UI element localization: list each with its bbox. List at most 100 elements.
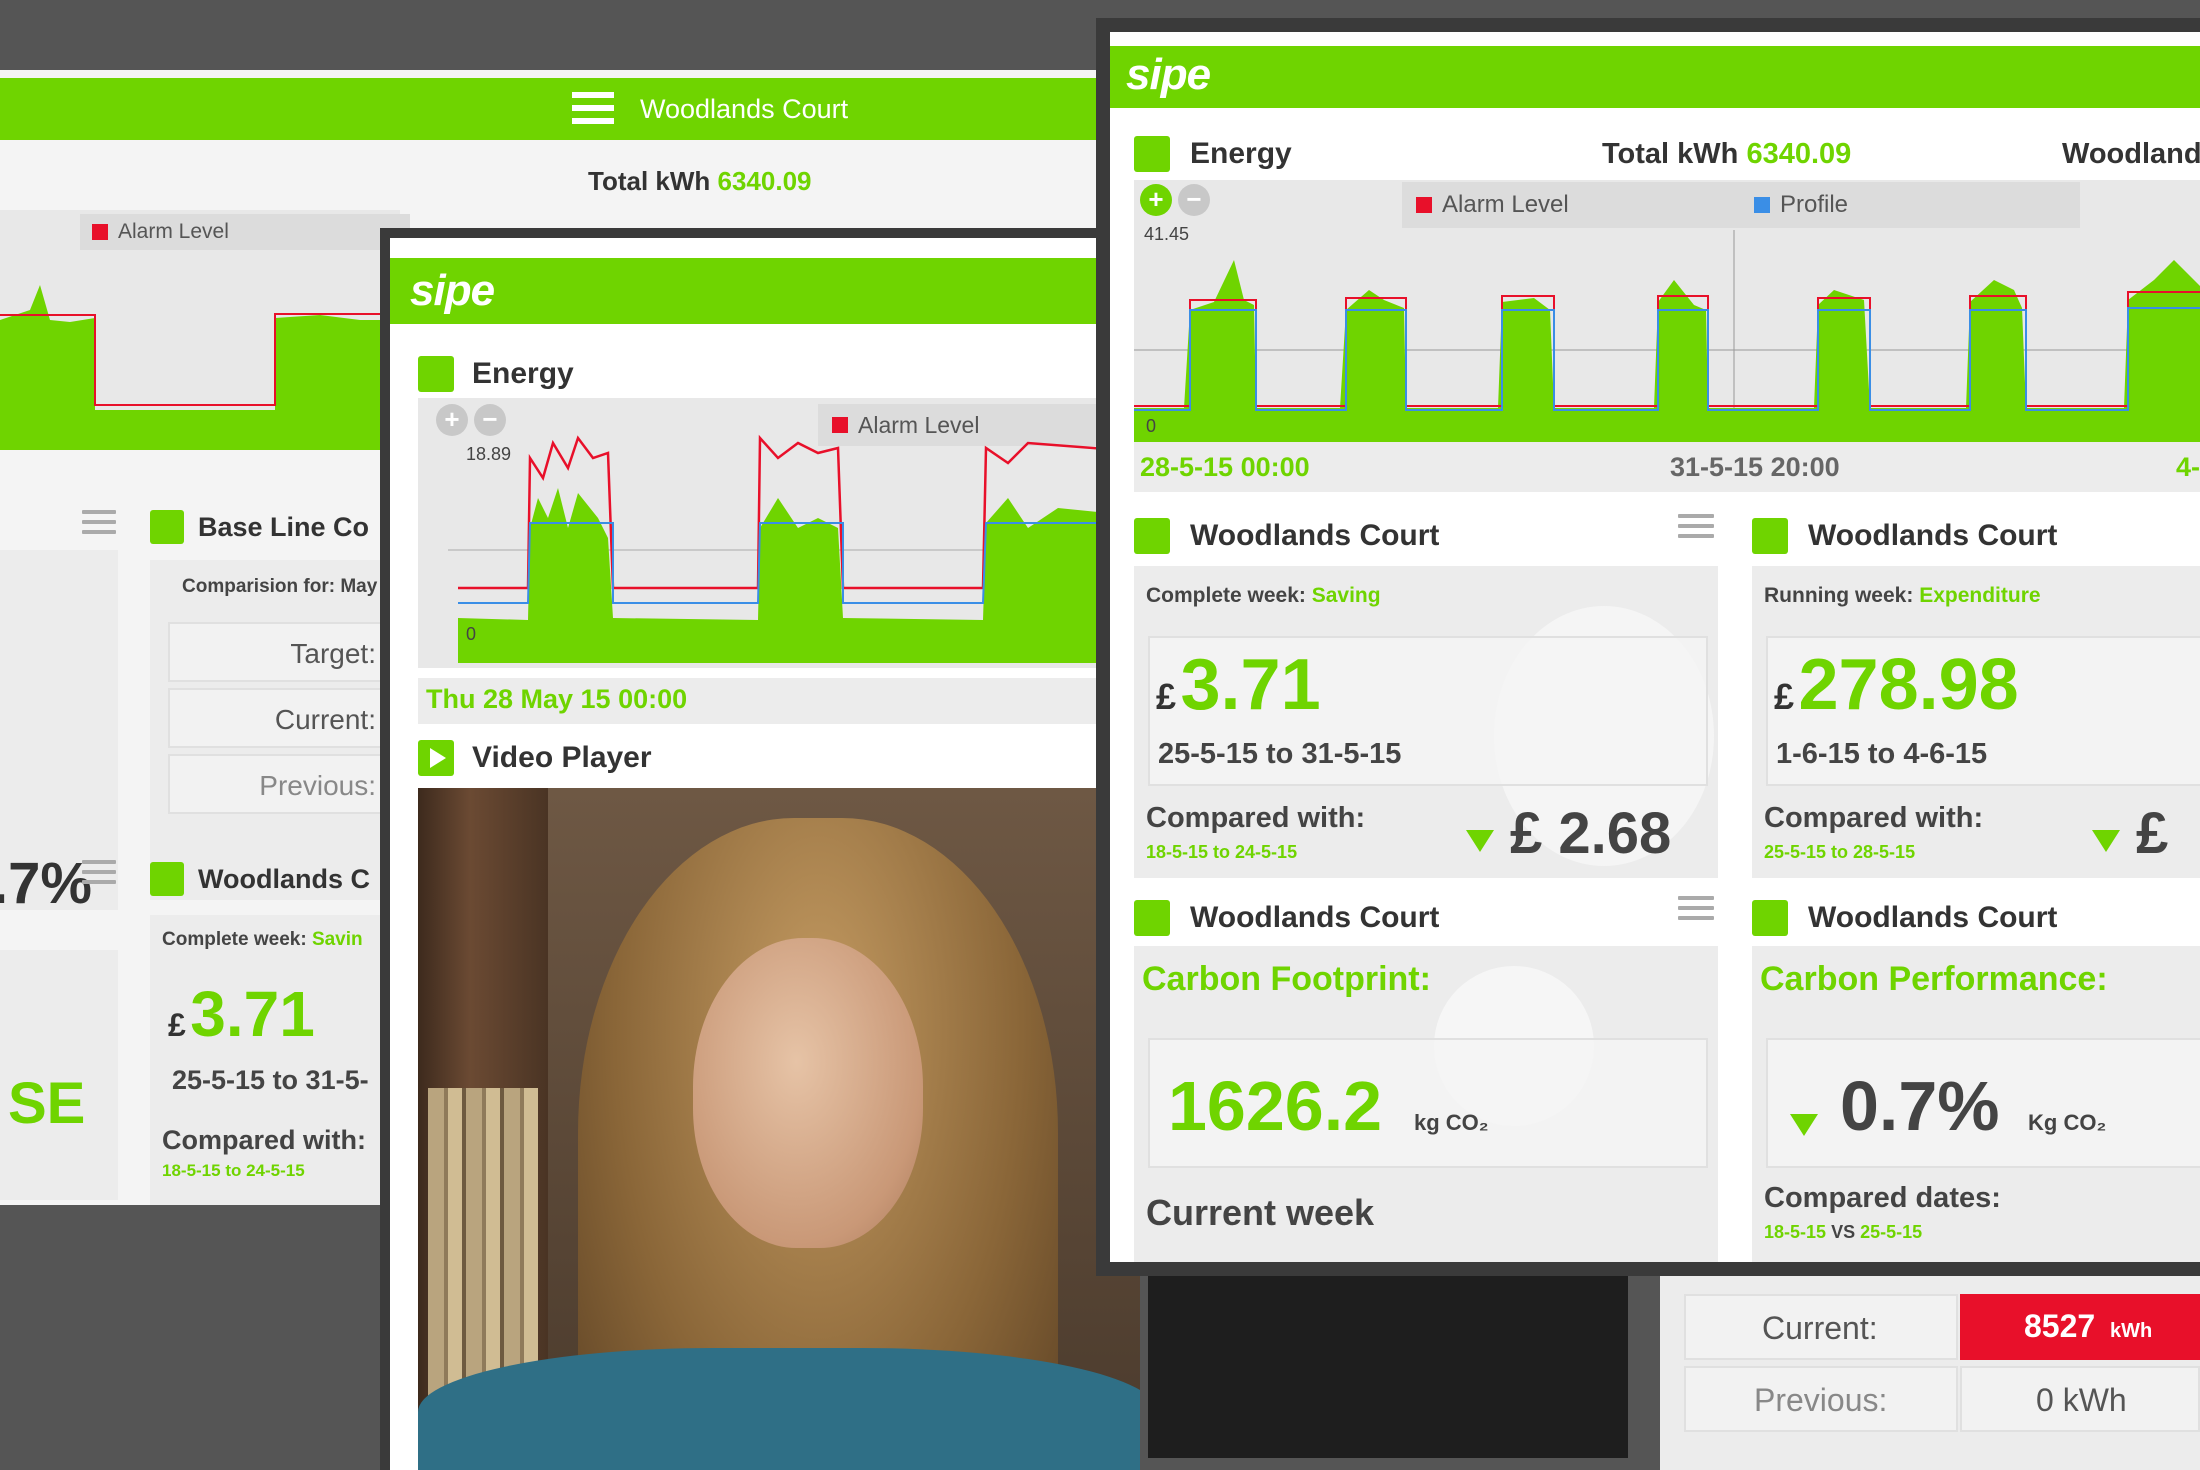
hamburger-icon[interactable] xyxy=(572,92,614,126)
w2-compared-amount-row: £ xyxy=(2092,800,2168,867)
coins-icon xyxy=(1752,518,1788,554)
rb-current-value: 8527 xyxy=(2024,1308,2096,1344)
back-compared-dates: 18-5-15 to 24-5-15 xyxy=(162,1161,305,1180)
front-header-bar: sipe xyxy=(1110,46,2200,108)
right-bottom-panel: Current: 8527 kWh Previous: 0 kWh xyxy=(1660,1250,2200,1470)
w2-amount: £ 278.98 xyxy=(1774,644,2019,726)
period-value: Savin xyxy=(311,929,363,950)
rb-previous-value-box: 0 kWh xyxy=(1960,1366,2200,1432)
w4-value: 0.7% xyxy=(1840,1067,2000,1145)
down-arrow-icon xyxy=(1790,1114,1818,1136)
w1-compared-amount-row: £ 2.68 xyxy=(1466,800,1671,867)
w1-date-range: 25-5-15 to 31-5-15 xyxy=(1158,738,1402,770)
back-compared-with: Compared with: xyxy=(162,1125,367,1155)
baseline-icon xyxy=(150,510,184,544)
w2-title-row: Woodlands Court xyxy=(1752,518,2057,554)
se-fragment: SE xyxy=(8,1071,86,1136)
w1-compared-with: Compared with: xyxy=(1146,802,1366,834)
rb-current-label-box: Current: xyxy=(1684,1294,1958,1360)
total-label: Total kWh xyxy=(588,166,711,196)
current-label: Current: xyxy=(274,704,376,735)
coins-icon xyxy=(1134,518,1170,554)
w3-footer: Current week xyxy=(1146,1192,1375,1233)
rb-current-unit: kWh xyxy=(2110,1320,2153,1342)
w3-menu-icon[interactable] xyxy=(1678,896,1714,926)
w4-value-box: 0.7% Kg CO₂ xyxy=(1766,1038,2200,1168)
middle-energy-title-row: Energy xyxy=(418,356,574,392)
rb-previous-label-box: Previous: xyxy=(1684,1366,1958,1432)
front-total: Total kWh 6340.09 xyxy=(1602,138,1851,171)
w2-compared-dates: 25-5-15 to 28-5-15 xyxy=(1764,842,1916,862)
back-woodlands-title-row: Woodlands C xyxy=(150,862,370,896)
target-row: Target: xyxy=(168,622,398,682)
x-mid-label: 31-5-15 20:00 xyxy=(1670,452,1840,482)
consumption-area xyxy=(0,285,400,450)
w2-compared-with: Compared with: xyxy=(1764,802,1984,834)
menu-icon[interactable] xyxy=(82,860,116,890)
video-player[interactable] xyxy=(418,788,1140,1470)
consumption-area xyxy=(1134,260,2200,442)
w1-title: Woodlands Court xyxy=(1190,519,1440,552)
person-face xyxy=(693,938,923,1248)
x-start-label: 28-5-15 00:00 xyxy=(1140,452,1310,482)
video-extension xyxy=(1148,1270,1628,1458)
play-icon xyxy=(418,740,454,776)
back-amount: £ 3.71 xyxy=(168,977,315,1051)
pct-fragment: .7% xyxy=(0,851,92,916)
w4-heading: Carbon Performance: xyxy=(1760,960,2108,998)
w3-heading: Carbon Footprint: xyxy=(1142,960,1431,998)
w4-compared-label: Compared dates: xyxy=(1764,1182,2001,1214)
middle-panel: sipe Energy + − 18.89 Alarm Level 0 Thu … xyxy=(380,228,1140,1470)
previous-label: Previous: xyxy=(259,770,376,801)
total-label: Total kWh xyxy=(1602,138,1739,170)
person-shirt xyxy=(418,1348,1140,1470)
back-date-range: 25-5-15 to 31-5- xyxy=(172,1065,369,1095)
amount: 3.71 xyxy=(190,978,315,1050)
w2-amount-box: £ 278.98 1-6-15 to 4-6-15 xyxy=(1766,636,2200,786)
front-panel: sipe Energy Total kWh 6340.09 Woodland +… xyxy=(1096,18,2200,1276)
w1-card: Complete week: Saving £ 3.71 25-5-15 to … xyxy=(1134,566,1718,878)
down-arrow-icon xyxy=(1466,829,1494,852)
w1-amount-box: £ 3.71 25-5-15 to 31-5-15 xyxy=(1148,636,1708,786)
back-header-bar: Woodlands Court xyxy=(0,78,1100,140)
footprint-icon xyxy=(1752,900,1788,936)
front-energy-title-row: Energy xyxy=(1134,136,1292,172)
currency: £ xyxy=(1156,676,1177,717)
video-title-row: Video Player xyxy=(418,740,652,776)
total-value: 6340.09 xyxy=(717,166,812,196)
back-period: Complete week: Savin xyxy=(162,929,363,951)
w1-menu-icon[interactable] xyxy=(1678,514,1714,544)
w1-title-row: Woodlands Court xyxy=(1134,518,1439,554)
currency: £ xyxy=(1774,676,1795,717)
baseline-title: Base Line Co xyxy=(198,511,370,542)
vs-label: VS xyxy=(1831,1222,1856,1242)
baseline-card: Comparision for: May Target: Current: Pr… xyxy=(150,560,398,900)
front-energy-plot xyxy=(1134,230,2200,442)
target-label: Target: xyxy=(290,638,376,669)
kw-icon xyxy=(418,356,454,392)
middle-header-bar: sipe xyxy=(390,258,1140,324)
period-label: Running week: xyxy=(1764,584,1914,607)
w3-title: Woodlands Court xyxy=(1190,901,1440,934)
period-label: Complete week: xyxy=(162,929,307,950)
kw-icon xyxy=(1134,136,1170,172)
y-min-label: 0 xyxy=(466,624,477,644)
w4-card: Carbon Performance: 0.7% Kg CO₂ Compared… xyxy=(1752,946,2200,1262)
w3-card: Carbon Footprint: 1626.2 kg CO₂ Current … xyxy=(1134,946,1718,1262)
w1-period: Complete week: Saving xyxy=(1146,584,1381,608)
back-woodlands-title: Woodlands C xyxy=(198,863,370,894)
period-value: Expenditure xyxy=(1919,584,2041,607)
front-energy-chart: + − 41.45 Alarm Level Profile 0 xyxy=(1134,180,2200,442)
w4-compared-dates: 18-5-15 VS 25-5-15 xyxy=(1764,1222,1922,1243)
period-label: Complete week: xyxy=(1146,584,1306,607)
w3-unit: kg CO₂ xyxy=(1414,1110,1489,1135)
previous-row: Previous: xyxy=(168,754,398,814)
w4-title-row: Woodlands Court xyxy=(1752,900,2057,936)
menu-icon[interactable] xyxy=(82,510,116,540)
w2-date-range: 1-6-15 to 4-6-15 xyxy=(1776,738,1988,770)
middle-energy-title: Energy xyxy=(472,357,574,390)
amount: 278.98 xyxy=(1798,645,2019,725)
coins-icon xyxy=(150,862,184,896)
back-pct-card: .7% xyxy=(0,550,118,916)
back-energy-plot xyxy=(0,285,400,450)
